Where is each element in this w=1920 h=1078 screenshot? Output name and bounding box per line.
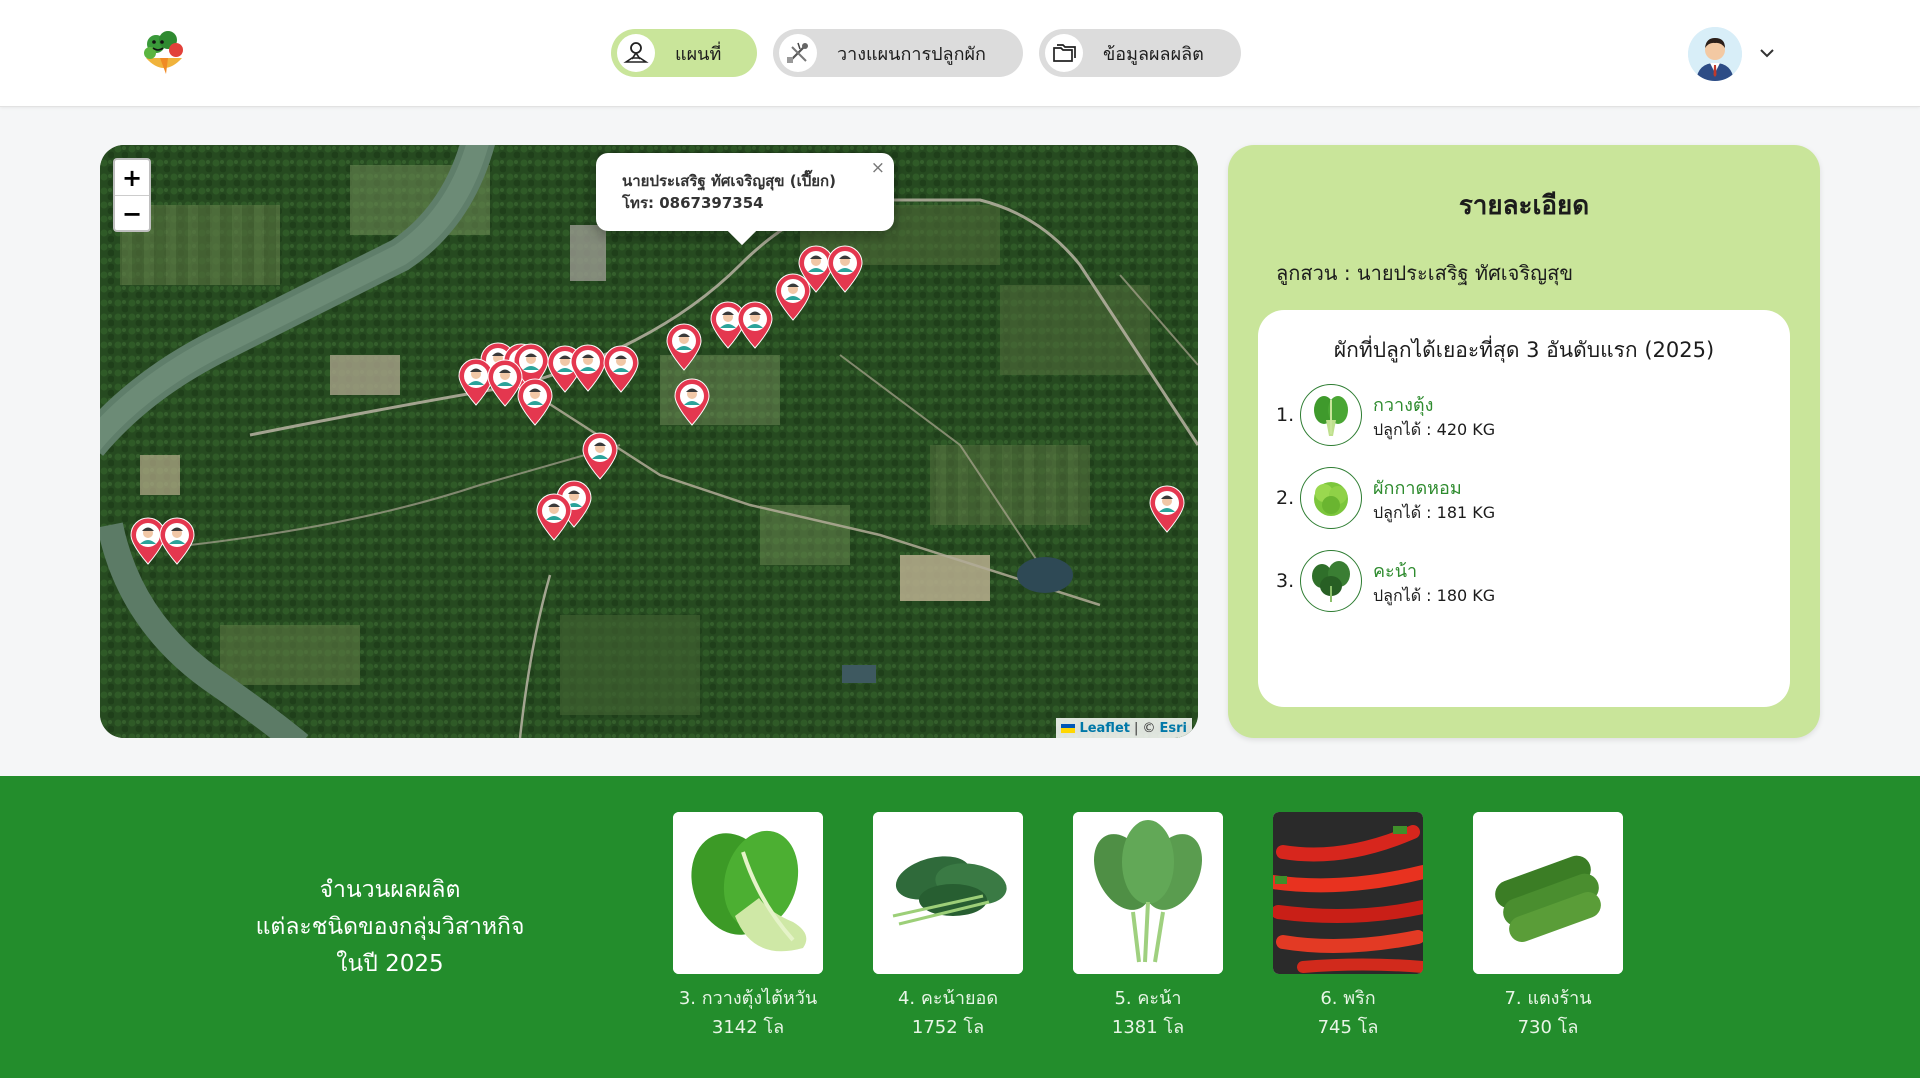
produce-card[interactable]: 3. กวางตุ้งไต้หวัน 3142 โล: [673, 812, 823, 1042]
farmer-location-pin-icon[interactable]: [535, 493, 573, 541]
farmer-popup: × นายประเสริฐ ทัศเจริญสุข (เปี๊ยก) โทร: …: [596, 153, 894, 246]
farmer-location-pin-icon[interactable]: [826, 245, 864, 293]
main-nav: แผนที่ วางแผนการปลูกผัก ข้อมูลผลผลิต: [611, 29, 1241, 77]
farmer-location-pin-icon[interactable]: [602, 345, 640, 393]
popup-close-button[interactable]: ×: [871, 158, 885, 178]
farmer-location-pin-icon[interactable]: [1148, 485, 1186, 533]
top-vegetables-card: ผักที่ปลูกได้เยอะที่สุด 3 อันดับแรก (202…: [1258, 310, 1790, 707]
vegetable-amount: ปลูกได้ : 420 KG: [1373, 420, 1496, 439]
production-title-line: ในปี 2025: [336, 951, 444, 977]
popup-phone: โทร: 0867397354: [622, 194, 764, 212]
vegetable-name: กวางตุ้ง: [1373, 395, 1434, 416]
popup-farmer-name: นายประเสริฐ ทัศเจริญสุข (เปี๊ยก): [622, 172, 836, 190]
nav-production-label: ข้อมูลผลผลิต: [1103, 43, 1204, 65]
produce-amount: 1752 โล: [911, 1017, 985, 1038]
ukraine-flag-icon: [1061, 723, 1076, 733]
vegetable-basket-logo[interactable]: [138, 28, 190, 80]
planting-tools-icon: [779, 34, 817, 72]
esri-link[interactable]: Esri: [1160, 721, 1188, 736]
nav-map-label: แผนที่: [675, 43, 722, 65]
folders-icon: [1045, 34, 1083, 72]
satellite-imagery: [100, 145, 1198, 738]
bok-choy-image: [673, 812, 823, 974]
produce-name: 5. คะน้า: [1114, 988, 1182, 1009]
rank-number: 1.: [1276, 404, 1295, 426]
produce-name: 7. แตงร้าน: [1504, 988, 1592, 1009]
produce-card[interactable]: 5. คะน้า 1381 โล: [1073, 812, 1223, 1042]
detail-title: รายละเอียด: [1458, 191, 1590, 221]
vegetable-amount: ปลูกได้ : 181 KG: [1373, 503, 1496, 522]
produce-card[interactable]: 4. คะน้ายอด 1752 โล: [873, 812, 1023, 1042]
produce-card[interactable]: 7. แตงร้าน 730 โล: [1473, 812, 1623, 1042]
produce-card[interactable]: 6. พริก 745 โล: [1273, 812, 1423, 1042]
cucumber-image: [1473, 812, 1623, 974]
produce-amount: 3142 โล: [711, 1017, 785, 1038]
production-title-line: จำนวนผลผลิต: [319, 877, 461, 903]
chili-image: [1273, 812, 1423, 974]
leaflet-link[interactable]: Leaflet: [1079, 721, 1130, 736]
farmer-location-pin-icon[interactable]: [516, 378, 554, 426]
user-avatar[interactable]: [1688, 27, 1742, 81]
attribution-separator: | ©: [1133, 720, 1156, 736]
nav-production-tab[interactable]: ข้อมูลผลผลิต: [1039, 29, 1241, 77]
map-pin-person-icon: [617, 34, 655, 72]
zoom-out-button[interactable]: −: [115, 196, 149, 231]
rank-number: 3.: [1276, 570, 1295, 592]
zoom-control: + −: [113, 158, 151, 232]
produce-name: 3. กวางตุ้งไต้หวัน: [678, 988, 818, 1009]
produce-name: 6. พริก: [1320, 988, 1376, 1009]
chevron-down-icon[interactable]: [1758, 45, 1776, 59]
nav-planning-label: วางแผนการปลูกผัก: [837, 43, 986, 65]
chinese-kale-image: [873, 812, 1023, 974]
rank-number: 2.: [1276, 487, 1295, 509]
production-title-line: แต่ละชนิดของกลุ่มวิสาหกิจ: [255, 914, 525, 940]
produce-name: 4. คะน้ายอด: [897, 988, 999, 1009]
vegetable-name: คะน้า: [1373, 561, 1418, 582]
top-vegetables-title: ผักที่ปลูกได้เยอะที่สุด 3 อันดับแรก (202…: [1333, 338, 1715, 362]
bok-choy-thumbnail: [1300, 384, 1362, 446]
farmer-location-pin-icon[interactable]: [581, 432, 619, 480]
detail-panel: รายละเอียด ลูกสวน : นายประเสริฐ ทัศเจริญ…: [1228, 145, 1820, 738]
produce-amount: 1381 โล: [1111, 1017, 1185, 1038]
lettuce-thumbnail: [1300, 467, 1362, 529]
farmer-location-pin-icon[interactable]: [158, 517, 196, 565]
vegetable-name: ผักกาดหอม: [1373, 478, 1462, 499]
produce-amount: 745 โล: [1317, 1017, 1379, 1038]
vegetable-amount: ปลูกได้ : 180 KG: [1373, 586, 1496, 605]
farmer-name-label: ลูกสวน : นายประเสริฐ ทัศเจริญสุข: [1276, 261, 1574, 285]
production-section: จำนวนผลผลิต แต่ละชนิดของกลุ่มวิสาหกิจ ใน…: [0, 776, 1920, 1078]
top-navbar: แผนที่ วางแผนการปลูกผัก ข้อมูลผลผลิต: [0, 0, 1920, 107]
production-title: จำนวนผลผลิต แต่ละชนิดของกลุ่มวิสาหกิจ ใน…: [190, 872, 590, 983]
nav-planning-tab[interactable]: วางแผนการปลูกผัก: [773, 29, 1023, 77]
farmer-location-pin-icon[interactable]: [774, 273, 812, 321]
zoom-in-button[interactable]: +: [115, 160, 149, 196]
map-attribution: Leaflet | © Esri: [1056, 718, 1192, 738]
produce-amount: 730 โล: [1517, 1017, 1579, 1038]
nav-map-tab[interactable]: แผนที่: [611, 29, 757, 77]
kale-image: [1073, 812, 1223, 974]
kale-thumbnail: [1300, 550, 1362, 612]
farmer-location-pin-icon[interactable]: [673, 378, 711, 426]
farm-map[interactable]: + − × นายประเสริฐ ทัศเจริญสุข (เปี๊ยก) โ…: [100, 145, 1198, 738]
farmer-location-pin-icon[interactable]: [736, 301, 774, 349]
farmer-location-pin-icon[interactable]: [665, 323, 703, 371]
